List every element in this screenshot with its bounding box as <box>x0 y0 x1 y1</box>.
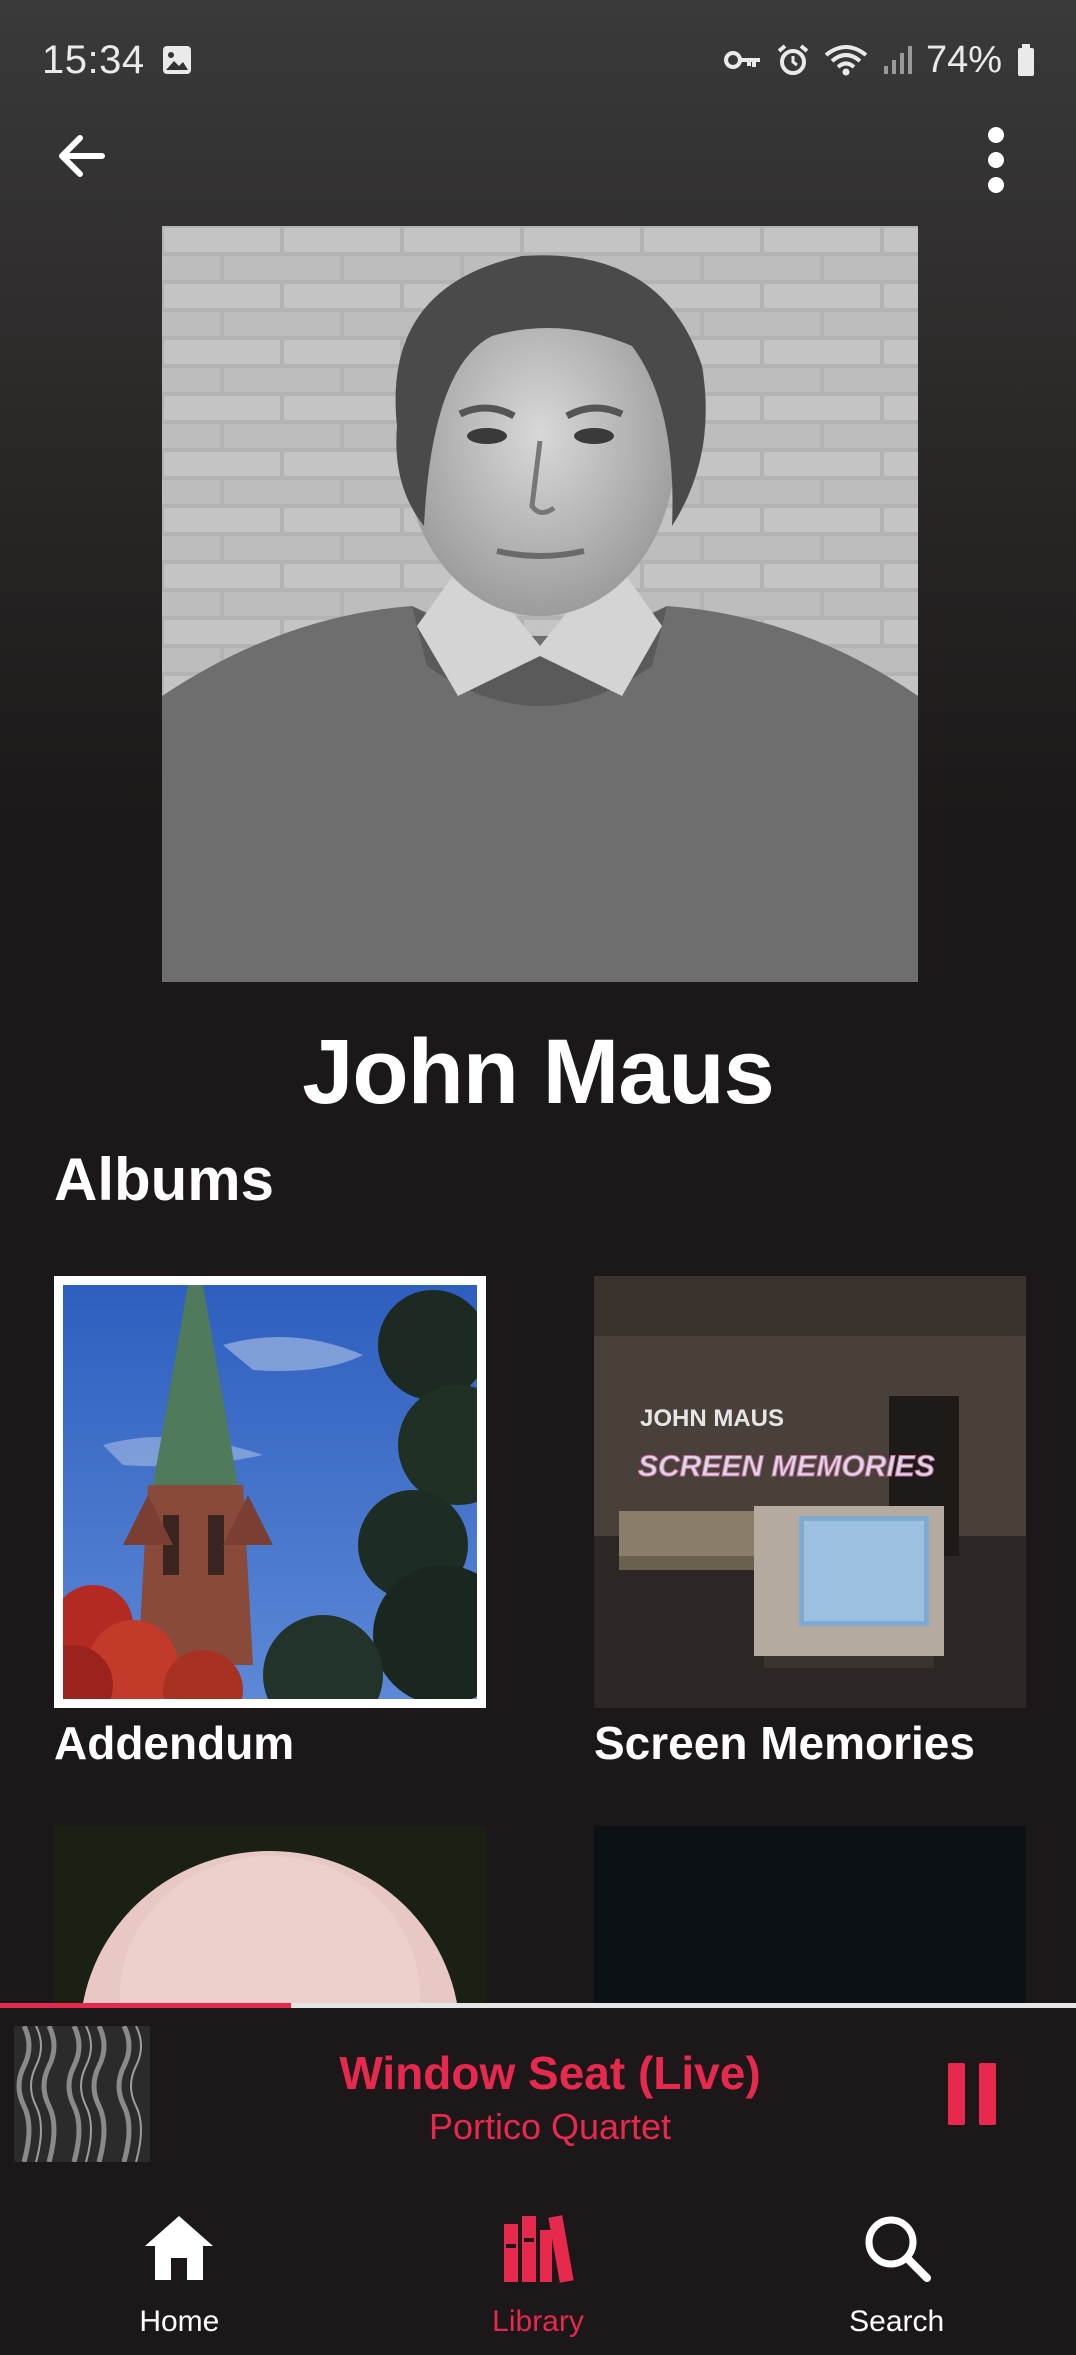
pause-button[interactable] <box>940 2054 1004 2134</box>
album-card-4[interactable] <box>594 1826 1026 2006</box>
now-playing-artwork <box>14 2026 150 2162</box>
status-left: 15:34 <box>42 38 193 83</box>
battery-percent: 74% <box>925 38 1002 81</box>
battery-icon <box>1016 43 1036 77</box>
wifi-icon <box>824 43 868 77</box>
arrow-left-icon <box>59 135 105 177</box>
now-playing-info[interactable]: Window Seat (Live) Portico Quartet <box>200 2008 900 2185</box>
nav-item-home[interactable]: Home <box>0 2185 359 2355</box>
status-time: 15:34 <box>42 37 145 82</box>
home-icon <box>141 2203 217 2293</box>
artist-name: John Maus <box>302 1021 774 1123</box>
nav-label-library: Library <box>492 2305 584 2338</box>
more-vertical-icon <box>988 127 1004 193</box>
now-playing-artist: Portico Quartet <box>428 2105 672 2147</box>
key-icon <box>723 47 762 73</box>
status-bar: 15:34 74% <box>0 0 1076 120</box>
nav-item-library[interactable]: Library <box>359 2185 718 2355</box>
mini-player[interactable]: Window Seat (Live) Portico Quartet <box>0 2008 1076 2185</box>
gallery-icon <box>161 44 193 76</box>
album-cover-3[interactable] <box>54 1826 486 2006</box>
nav-label-search: Search <box>849 2305 945 2338</box>
search-icon <box>861 2203 933 2293</box>
album-title: Screen Memories <box>594 1717 975 1769</box>
status-right: 74% <box>723 38 1036 82</box>
signal-icon <box>882 44 912 76</box>
artist-photo <box>162 226 918 982</box>
albums-section-title: Albums <box>54 1146 275 1213</box>
cover-text-artist: JOHN MAUS <box>640 1405 784 1432</box>
pause-icon <box>948 2063 965 2125</box>
nav-label-home: Home <box>139 2305 220 2338</box>
alarm-icon <box>776 43 810 77</box>
album-title: Addendum <box>54 1717 295 1769</box>
album-cover-addendum[interactable] <box>54 1276 486 1708</box>
nav-item-search[interactable]: Search <box>717 2185 1076 2355</box>
album-card-addendum[interactable]: Addendum <box>54 1276 486 1770</box>
bottom-navigation: Home Library Search <box>0 2185 1076 2355</box>
album-cover-4[interactable] <box>594 1826 1026 2006</box>
album-card-3[interactable] <box>54 1826 486 2006</box>
album-cover-screen-memories[interactable]: JOHN MAUS SCREEN MEMORIES <box>594 1276 1026 1708</box>
cover-text-album: SCREEN MEMORIES <box>638 1450 935 1483</box>
album-card-screen-memories[interactable]: JOHN MAUS SCREEN MEMORIES Screen Memorie… <box>594 1276 1026 1770</box>
back-button[interactable] <box>44 120 116 192</box>
more-options-button[interactable] <box>960 120 1032 200</box>
pause-icon <box>979 2063 996 2125</box>
now-playing-title: Window Seat (Live) <box>339 2046 761 2099</box>
library-icon <box>500 2203 576 2293</box>
